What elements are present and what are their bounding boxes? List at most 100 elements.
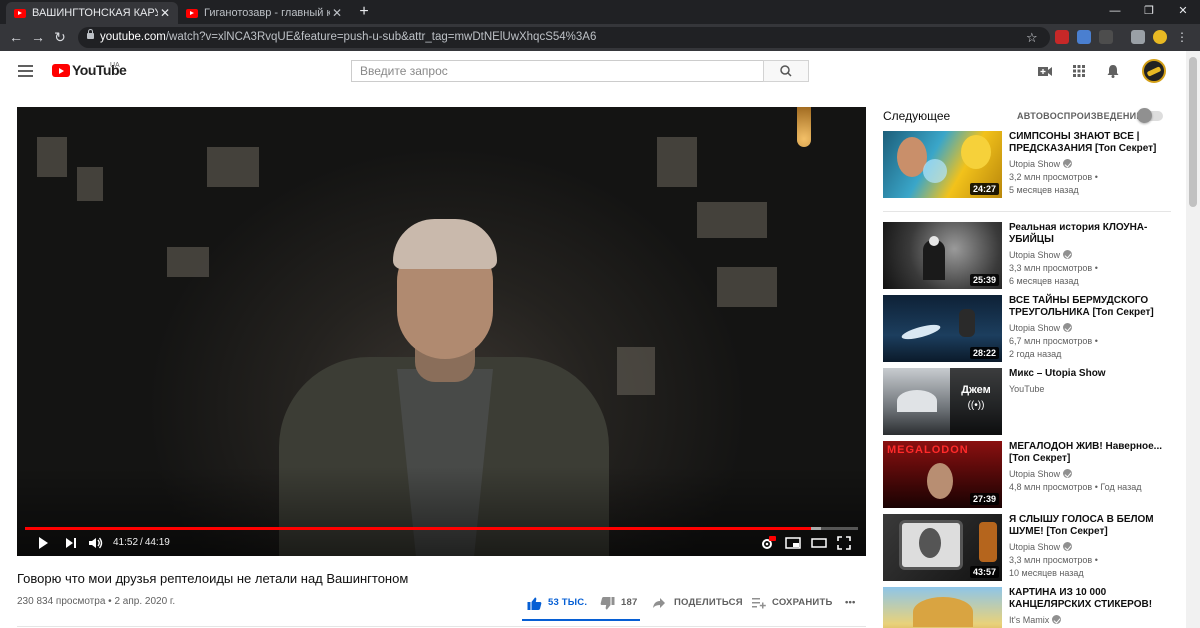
- menu-hamburger-icon[interactable]: [18, 65, 33, 77]
- reload-icon[interactable]: ↻: [50, 27, 70, 47]
- close-window-icon[interactable]: ✕: [1166, 0, 1200, 22]
- tab-title: Гиганотозавр - главный конкур: [204, 7, 330, 19]
- rec-channel[interactable]: Utopia Show: [1009, 158, 1073, 170]
- video-thumbnail[interactable]: Джем ((•)): [883, 368, 1002, 435]
- rec-title[interactable]: Я СЛЫШУ ГОЛОСА В БЕЛОМ ШУМЕ! [Топ Секрет…: [1009, 514, 1169, 538]
- video-thumbnail[interactable]: 25:39: [883, 222, 1002, 289]
- search-button[interactable]: [763, 60, 809, 82]
- restore-window-icon[interactable]: ❐: [1132, 0, 1166, 22]
- bookmark-star-icon[interactable]: ☆: [1026, 27, 1038, 48]
- scrollbar-thumb[interactable]: [1189, 57, 1197, 207]
- rec-title[interactable]: МЕГАЛОДОН ЖИВ! Наверное...[Топ Секрет]: [1009, 441, 1169, 465]
- rec-channel[interactable]: Utopia Show: [1009, 541, 1073, 553]
- browser-tab[interactable]: Гиганотозавр - главный конкур ✕: [178, 2, 350, 24]
- rec-title[interactable]: ВСЕ ТАЙНЫ БЕРМУДСКОГО ТРЕУГОЛЬНИКА [Топ …: [1009, 295, 1169, 319]
- like-button[interactable]: 53 ТЫС.: [527, 596, 587, 610]
- recommendation-item[interactable]: MEGALODON 27:39 МЕГАЛОДОН ЖИВ! Наверное.…: [883, 441, 1173, 509]
- back-arrow-icon[interactable]: ←: [6, 27, 26, 47]
- thumb-clown-face: [929, 236, 939, 246]
- browser-tab-active[interactable]: ВАШИНГТОНСКАЯ КАРУСЕЛЬ / ✕: [6, 2, 178, 24]
- search-input[interactable]: Введите запрос: [351, 60, 763, 82]
- recommendation-item[interactable]: 43:57 Я СЛЫШУ ГОЛОСА В БЕЛОМ ШУМЕ! [Топ …: [883, 514, 1173, 582]
- create-video-icon[interactable]: [1037, 63, 1053, 79]
- miniplayer-icon[interactable]: [785, 536, 801, 550]
- tab-title: ВАШИНГТОНСКАЯ КАРУСЕЛЬ /: [32, 7, 158, 19]
- rec-channel[interactable]: Utopia Show: [1009, 322, 1073, 334]
- youtube-logo-icon[interactable]: [52, 64, 70, 77]
- rec-channel[interactable]: YouTube: [1009, 383, 1044, 395]
- page-scrollbar[interactable]: [1186, 51, 1200, 628]
- fullscreen-icon[interactable]: [837, 536, 851, 550]
- more-actions-icon[interactable]: •••: [845, 596, 856, 610]
- extension-cube-icon[interactable]: [1099, 30, 1113, 44]
- notifications-bell-icon[interactable]: [1105, 63, 1121, 79]
- rec-title[interactable]: КАРТИНА ИЗ 10 000 КАНЦЕЛЯРСКИХ СТИКЕРОВ!: [1009, 587, 1169, 611]
- duration-badge: 28:22: [969, 347, 999, 359]
- rec-title[interactable]: СИМПСОНЫ ЗНАЮТ ВСЕ | ПРЕДСКАЗАНИЯ [Топ С…: [1009, 131, 1169, 155]
- publish-date: 2 апр. 2020 г.: [114, 596, 176, 607]
- duration-badge: 43:57: [969, 566, 999, 578]
- theater-mode-icon[interactable]: [811, 536, 827, 550]
- autoplay-label: АВТОВОСПРОИЗВЕДЕНИЕ: [1017, 111, 1143, 121]
- up-next-heading: Следующее: [883, 109, 951, 123]
- tab-close-icon[interactable]: ✕: [330, 6, 344, 20]
- total-duration: 44:19: [144, 537, 170, 548]
- rec-views: 6,7 млн просмотров •: [1009, 336, 1098, 346]
- play-icon[interactable]: [36, 536, 50, 550]
- browser-toolbar: ← → ↻ youtube.com/watch?v=xlNCA3RvqUE&fe…: [0, 24, 1200, 51]
- channel-name: It's Mamix: [1009, 615, 1050, 625]
- channel-name: Utopia Show: [1009, 542, 1061, 552]
- account-avatar[interactable]: [1142, 59, 1166, 83]
- new-tab-button[interactable]: +: [355, 3, 373, 21]
- address-bar[interactable]: youtube.com/watch?v=xlNCA3RvqUE&feature=…: [78, 27, 1050, 48]
- extension-translate-icon[interactable]: [1077, 30, 1091, 44]
- meta-separator: •: [108, 596, 112, 607]
- volume-icon[interactable]: [88, 536, 104, 550]
- rec-channel[interactable]: Utopia Show: [1009, 249, 1073, 261]
- video-thumbnail[interactable]: [883, 587, 1002, 628]
- recommendation-item[interactable]: 25:39 Реальная история КЛОУНА-УБИЙЦЫ Uto…: [883, 222, 1173, 290]
- current-time: 41:52: [113, 537, 139, 548]
- duration-badge: 24:27: [969, 183, 999, 195]
- verified-check-icon: [1063, 323, 1073, 332]
- video-player[interactable]: 41:52/44:19: [17, 107, 866, 556]
- browser-menu-icon[interactable]: ⋮: [1176, 30, 1188, 44]
- next-video-icon[interactable]: [64, 536, 78, 550]
- youtube-favicon-icon: [186, 8, 198, 18]
- video-thumbnail[interactable]: 28:22: [883, 295, 1002, 362]
- extension-abp-icon[interactable]: [1055, 30, 1069, 44]
- recommendation-item[interactable]: 24:27 СИМПСОНЫ ЗНАЮТ ВСЕ | ПРЕДСКАЗАНИЯ …: [883, 131, 1173, 199]
- rec-channel[interactable]: It's Mamix: [1009, 614, 1062, 626]
- autoplay-toggle[interactable]: [1137, 108, 1163, 123]
- profile-avatar-icon[interactable]: [1153, 30, 1167, 44]
- thumb-plane: [900, 321, 942, 343]
- recommendation-item[interactable]: КАРТИНА ИЗ 10 000 КАНЦЕЛЯРСКИХ СТИКЕРОВ!…: [883, 587, 1173, 628]
- tab-close-icon[interactable]: ✕: [158, 6, 172, 20]
- url-path: /watch?v=xlNCA3RvqUE&feature=push-u-sub&…: [165, 31, 597, 43]
- played-fill: [25, 527, 812, 530]
- video-thumbnail[interactable]: 24:27: [883, 131, 1002, 198]
- forward-arrow-icon[interactable]: →: [28, 27, 48, 47]
- rec-channel[interactable]: Utopia Show: [1009, 468, 1073, 480]
- share-button[interactable]: ПОДЕЛИТЬСЯ: [652, 596, 743, 610]
- settings-gear-icon[interactable]: [760, 536, 776, 550]
- search-icon: [780, 65, 792, 77]
- save-button[interactable]: СОХРАНИТЬ: [752, 596, 832, 610]
- apps-grid-icon[interactable]: [1071, 63, 1087, 79]
- video-thumbnail[interactable]: 43:57: [883, 514, 1002, 581]
- youtube-favicon-icon: [14, 8, 26, 18]
- video-thumbnail[interactable]: MEGALODON 27:39: [883, 441, 1002, 508]
- dislike-button[interactable]: 187: [600, 596, 637, 610]
- recommendation-item[interactable]: 28:22 ВСЕ ТАЙНЫ БЕРМУДСКОГО ТРЕУГОЛЬНИКА…: [883, 295, 1173, 363]
- rec-title[interactable]: Микс – Utopia Show: [1009, 368, 1169, 380]
- channel-name: Utopia Show: [1009, 323, 1061, 333]
- media-queue-icon[interactable]: [1131, 30, 1145, 44]
- minimize-window-icon[interactable]: —: [1098, 0, 1132, 22]
- recommendation-item[interactable]: Джем ((•)) Микс – Utopia Show YouTube: [883, 368, 1173, 436]
- thumb-trees: [913, 597, 973, 627]
- radio-broadcast-icon: ((•)): [967, 400, 985, 411]
- progress-bar[interactable]: [25, 527, 858, 530]
- channel-name: Utopia Show: [1009, 469, 1061, 479]
- thumbs-up-icon: [527, 597, 542, 610]
- rec-title[interactable]: Реальная история КЛОУНА-УБИЙЦЫ: [1009, 222, 1169, 246]
